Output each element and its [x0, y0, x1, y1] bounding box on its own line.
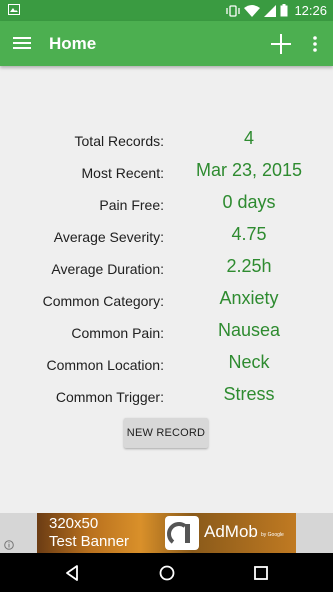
wifi-icon — [244, 4, 261, 17]
stat-value: Nausea — [217, 320, 281, 340]
page-title: Home — [49, 34, 97, 53]
stat-row-common-pain: Common Pain: Nausea — [0, 320, 333, 346]
menu-icon[interactable] — [13, 35, 31, 51]
stat-value: 4 — [243, 128, 254, 148]
stat-row-common-trigger: Common Trigger: Stress — [0, 384, 333, 410]
stat-row-average-duration: Average Duration: 2.25h — [0, 256, 333, 282]
stat-label: Common Category: — [42, 293, 164, 309]
add-icon[interactable] — [269, 32, 293, 56]
stat-label: Common Location: — [46, 357, 164, 373]
stat-label: Common Pain: — [71, 325, 164, 341]
stat-label: Total Records: — [74, 133, 164, 149]
stat-row-pain-free: Pain Free: 0 days — [0, 192, 333, 218]
stat-value: 0 days — [222, 192, 276, 212]
stat-label: Average Duration: — [51, 261, 164, 277]
stat-label: Pain Free: — [99, 197, 164, 213]
back-icon[interactable] — [62, 563, 82, 583]
stats-panel: Total Records: 4 Most Recent: Mar 23, 20… — [0, 66, 333, 512]
ad-banner[interactable]: 320x50 Test Banner AdMob by Google — [0, 513, 333, 553]
image-notification-icon — [8, 4, 20, 15]
status-bar: 12:26 — [0, 0, 333, 21]
stat-row-total-records: Total Records: 4 — [0, 128, 333, 154]
status-time: 12:26 — [294, 3, 327, 18]
navigation-bar — [0, 553, 333, 592]
stat-value: Mar 23, 2015 — [195, 160, 303, 180]
stat-row-most-recent: Most Recent: Mar 23, 2015 — [0, 160, 333, 186]
stat-label: Most Recent: — [81, 165, 164, 181]
battery-icon — [280, 4, 288, 17]
vibrate-icon — [226, 4, 241, 17]
signal-icon — [264, 4, 277, 17]
app-bar: Home — [0, 21, 333, 66]
ad-brand: AdMob — [204, 522, 258, 541]
recents-icon[interactable] — [251, 563, 271, 583]
ad-line2: Test Banner — [49, 533, 130, 550]
stat-label: Average Severity: — [53, 229, 164, 245]
stat-row-average-severity: Average Severity: 4.75 — [0, 224, 333, 250]
stat-value: Neck — [228, 352, 270, 372]
ad-info-icon[interactable] — [4, 540, 14, 550]
overflow-menu-icon[interactable] — [310, 34, 320, 54]
stat-label: Common Trigger: — [55, 389, 164, 405]
new-record-button[interactable]: NEW RECORD — [124, 418, 208, 448]
stat-row-common-category: Common Category: Anxiety — [0, 288, 333, 314]
stat-value: 2.25h — [226, 256, 272, 276]
ad-brand-sub: by Google — [261, 532, 284, 538]
stat-value: Stress — [223, 384, 275, 404]
stat-row-common-location: Common Location: Neck — [0, 352, 333, 378]
admob-logo-icon — [165, 516, 199, 550]
stat-value: Anxiety — [219, 288, 279, 308]
home-icon[interactable] — [157, 563, 177, 583]
stat-value: 4.75 — [231, 224, 267, 244]
ad-banner-image[interactable]: 320x50 Test Banner AdMob by Google — [37, 513, 296, 553]
ad-line1: 320x50 — [49, 515, 99, 532]
